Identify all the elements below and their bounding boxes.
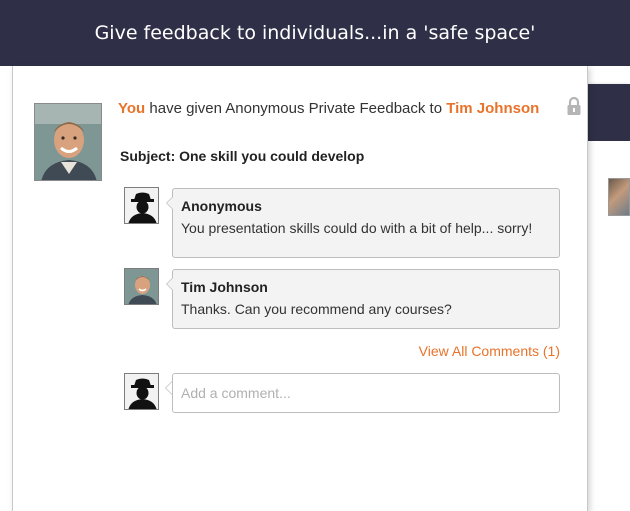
comment-text: You presentation skills could do with a … bbox=[181, 220, 533, 236]
recipient-name[interactable]: Tim Johnson bbox=[446, 100, 539, 117]
anonymous-avatar bbox=[124, 187, 159, 224]
user-photo-small bbox=[125, 269, 158, 304]
background-card bbox=[588, 84, 630, 511]
feedback-action-text: have given Anonymous Private Feedback to bbox=[145, 100, 447, 117]
feedback-subject: Subject: One skill you could develop bbox=[120, 148, 365, 164]
comment-box-notch-inner bbox=[166, 382, 172, 394]
header-title: Give feedback to individuals...in a 'saf… bbox=[94, 22, 536, 44]
page-header: Give feedback to individuals...in a 'saf… bbox=[0, 0, 630, 66]
comment-text: Thanks. Can you recommend any courses? bbox=[181, 301, 452, 317]
feedback-intro: You have given Anonymous Private Feedbac… bbox=[118, 100, 539, 117]
lock-icon bbox=[567, 96, 581, 115]
comment-author: Anonymous bbox=[181, 198, 262, 214]
anonymous-silhouette-icon bbox=[125, 188, 158, 223]
anonymous-silhouette-icon bbox=[125, 374, 158, 409]
user-avatar-small bbox=[124, 268, 159, 305]
user-avatar-large bbox=[34, 103, 102, 181]
background-avatar bbox=[608, 178, 630, 216]
add-comment-input[interactable] bbox=[172, 373, 560, 413]
background-card-header bbox=[588, 84, 630, 141]
current-user-avatar bbox=[124, 373, 159, 410]
comment-bubble-1: Anonymous You presentation skills could … bbox=[166, 188, 560, 258]
comment-bubble-2: Tim Johnson Thanks. Can you recommend an… bbox=[166, 269, 560, 329]
comment-author: Tim Johnson bbox=[181, 279, 268, 295]
view-all-comments-link[interactable]: View All Comments (1) bbox=[419, 343, 560, 359]
user-photo bbox=[35, 104, 101, 180]
you-label[interactable]: You bbox=[118, 100, 145, 117]
